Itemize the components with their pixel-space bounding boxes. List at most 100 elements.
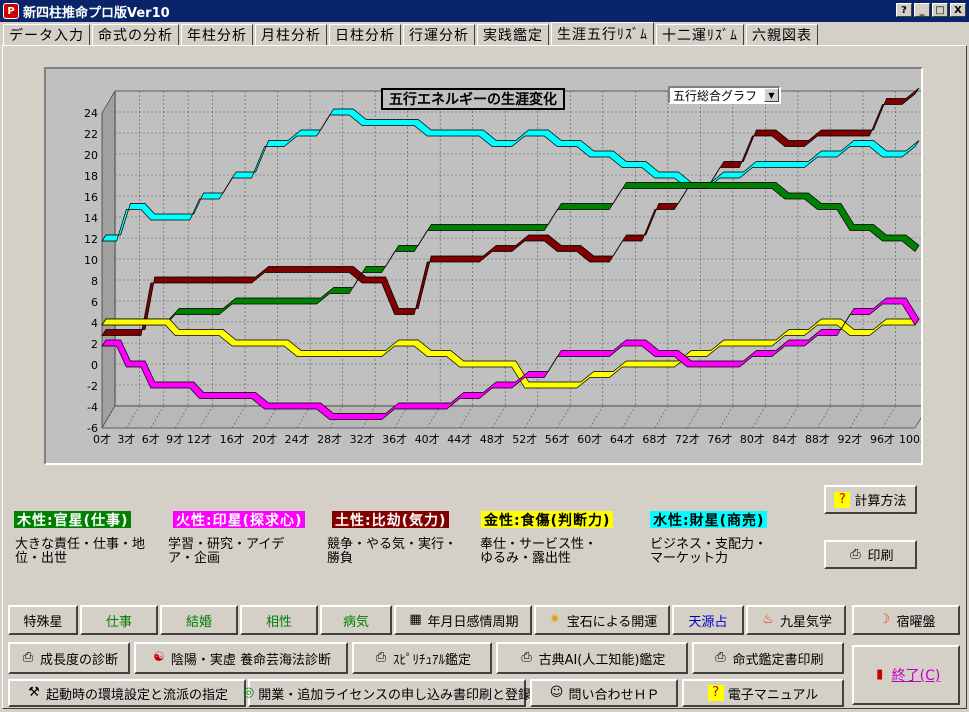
exit-label: 終了(C) (891, 668, 941, 684)
desc-water: ビジネス・支配力・マーケット力 (650, 537, 768, 566)
print-report-label: 命式鑑定書印刷 (732, 652, 824, 668)
desc-fire: 学習・研究・アイデア・企画 (168, 537, 285, 566)
license-label: 開業・追加ライセンスの申し込み書印刷と登録 (258, 687, 532, 703)
x-tick-label: 88才 (805, 432, 830, 446)
chart-floor (101, 405, 929, 429)
y-tick-label: -4 (87, 401, 98, 414)
graph-type-select[interactable]: 五行総合グラフ ▼ (668, 86, 781, 104)
growth-diagnosis-label: 成長度の診断 (39, 652, 118, 668)
print-report-button[interactable]: ⎙ 命式鑑定書印刷 (692, 642, 844, 674)
illness-button[interactable]: 病気 (320, 605, 392, 635)
print-label: 印刷 (867, 549, 894, 564)
tab-juniun-rhythm[interactable]: 十二運ﾘｽﾞﾑ (656, 24, 744, 46)
moon-icon: ☽ (878, 612, 891, 627)
x-tick-label: 9才 (166, 432, 184, 446)
desc-metal: 奉仕・サービス性・ゆるみ・露出性 (480, 537, 598, 566)
chart-left-wall (101, 90, 116, 429)
kyusei-button[interactable]: ♨ 九星気学 (746, 605, 846, 635)
growth-diagnosis-button[interactable]: ⎙ 成長度の診断 (8, 642, 130, 674)
legend-water: 水性:財星(商売) (650, 511, 768, 529)
yinyang-diagnosis-button[interactable]: ☯ 陰陽・実虚 養命芸海法診断 (134, 642, 348, 674)
manual-label: 電子マニュアル (727, 687, 819, 703)
graph-type-value: 五行総合グラフ (673, 88, 758, 103)
tab-practice[interactable]: 実践鑑定 (477, 24, 549, 46)
x-tick-label: 12才 (187, 432, 212, 446)
y-tick-label: 20 (84, 149, 98, 162)
x-tick-label: 84才 (772, 432, 797, 446)
contact-hp-button[interactable]: ☺ 問い合わせＨＰ (530, 679, 678, 707)
tab-gogyo-rhythm[interactable]: 生涯五行ﾘｽﾞﾑ (551, 22, 654, 45)
chart-title: 五行エネルギーの生涯変化 (381, 88, 565, 110)
tab-day-pillar[interactable]: 日柱分析 (329, 24, 401, 46)
x-tick-label: 72才 (675, 432, 700, 446)
spiritual-button[interactable]: ⎙ ｽﾋﾟﾘﾁｭｱﾙ鑑定 (352, 642, 492, 674)
close-button[interactable]: X (950, 3, 966, 17)
tab-gyoun[interactable]: 行運分析 (403, 24, 475, 46)
emotion-cycle-button[interactable]: ▦ 年月日感情周期 (394, 605, 532, 635)
exit-door-icon: ▮ (876, 667, 884, 682)
contact-hp-label: 問い合わせＨＰ (568, 687, 660, 703)
manual-button[interactable]: ? 電子マニュアル (682, 679, 844, 707)
spiritual-label: ｽﾋﾟﾘﾁｭｱﾙ鑑定 (392, 652, 471, 668)
x-tick-label: 64才 (610, 432, 635, 446)
compatibility-button[interactable]: 相性 (240, 605, 318, 635)
yinyang-icon: ☯ (153, 650, 165, 665)
calendar-icon: ▦ (409, 612, 422, 627)
print-button[interactable]: ⎙ 印刷 (824, 540, 917, 569)
exit-button[interactable]: ▮ 終了(C) (852, 645, 960, 705)
tab-year-pillar[interactable]: 年柱分析 (181, 24, 253, 46)
maximize-button[interactable]: □ (932, 3, 948, 17)
calc-method-button[interactable]: ? 計算方法 (824, 485, 917, 514)
tab-month-pillar[interactable]: 月柱分析 (255, 24, 327, 46)
sparkle-icon: ✷ (549, 612, 561, 627)
y-tick-label: -2 (87, 380, 98, 393)
special-star-button[interactable]: 特殊星 (8, 605, 78, 635)
tab-meishiki[interactable]: 命式の分析 (92, 24, 179, 46)
shukuyo-label: 宿曜盤 (896, 614, 936, 630)
gem-luck-button[interactable]: ✷ 宝石による開運 (534, 605, 670, 635)
y-tick-label: 0 (91, 359, 98, 372)
x-tick-label: 68才 (642, 432, 667, 446)
marriage-button[interactable]: 結婚 (160, 605, 238, 635)
shukuyo-button[interactable]: ☽ 宿曜盤 (852, 605, 960, 635)
minimize-button[interactable]: _ (914, 3, 930, 17)
y-tick-label: 2 (91, 338, 98, 351)
x-tick-label: 60才 (577, 432, 602, 446)
printer-icon: ⎙ (521, 650, 532, 665)
emotion-cycle-label: 年月日感情周期 (427, 614, 519, 630)
startup-settings-button[interactable]: ⚒ 起動時の環境設定と流派の指定 (8, 679, 246, 707)
printer-icon: ⎙ (22, 650, 34, 665)
legend-wood: 木性:官星(仕事) (14, 511, 132, 529)
x-tick-label: 6才 (142, 432, 160, 446)
legend-metal: 金性:食傷(判断力) (481, 511, 614, 529)
kyusei-label: 九星気学 (779, 614, 832, 630)
chart-frame: 24 22 20 18 16 14 12 10 8 6 4 2 0 -2 -4 -6 0才 3才 6才 9才 12才 16… (44, 67, 931, 465)
flame-icon: ♨ (762, 612, 774, 627)
desc-earth: 競争・やる気・実行・勝負 (327, 537, 458, 566)
printer-icon: ⎙ (850, 546, 861, 562)
printer-icon: ⎙ (715, 650, 726, 665)
y-tick-label: 18 (84, 170, 98, 183)
x-tick-label: 48才 (480, 432, 505, 446)
tengen-button[interactable]: 天源占 (672, 605, 744, 635)
x-tick-label: 92才 (837, 432, 862, 446)
x-tick-label: 40才 (415, 432, 440, 446)
x-tick-label: 28才 (317, 432, 342, 446)
help-button[interactable]: ? (896, 3, 912, 17)
tab-bar: データ入力 命式の分析 年柱分析 月柱分析 日柱分析 行運分析 実践鑑定 生涯五… (3, 22, 820, 46)
x-tick-label: 100才 (899, 432, 921, 446)
x-tick-label: 36才 (382, 432, 407, 446)
classic-ai-button[interactable]: ⎙ 古典AI(人工知能)鑑定 (496, 642, 688, 674)
chevron-down-icon[interactable]: ▼ (764, 88, 779, 102)
classic-ai-label: 古典AI(人工知能)鑑定 (538, 652, 666, 668)
user-icon: ☺ (549, 685, 564, 700)
y-tick-label: 12 (84, 233, 98, 246)
tab-data-input[interactable]: データ入力 (3, 24, 90, 46)
gem-luck-label: 宝石による開運 (566, 614, 658, 630)
x-tick-label: 16才 (220, 432, 245, 446)
license-button[interactable]: ◎ 開業・追加ライセンスの申し込み書印刷と登録 (243, 679, 531, 707)
work-button[interactable]: 仕事 (80, 605, 158, 635)
tab-rikushin[interactable]: 六親図表 (746, 24, 818, 46)
title-bar: P 新四柱推命プロ版Ver10 ? _ □ X (0, 0, 969, 22)
desc-wood: 大きな責任・仕事・地位・出世 (15, 537, 146, 566)
